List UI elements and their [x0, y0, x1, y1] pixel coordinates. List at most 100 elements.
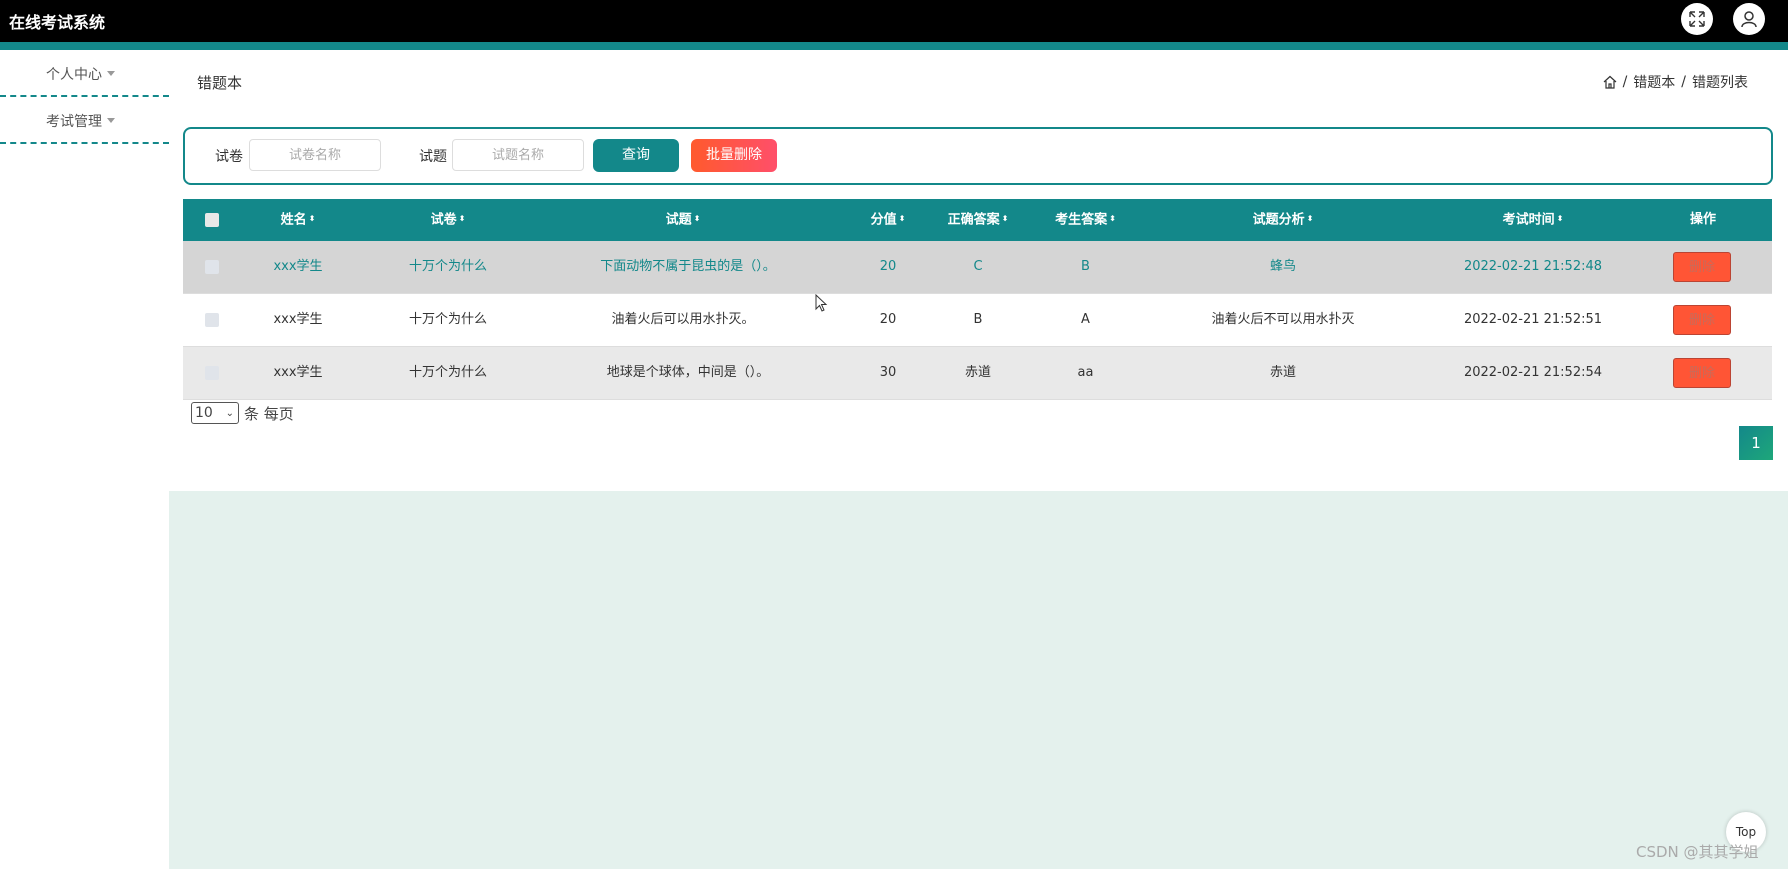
column-header-analysis[interactable]: 试题分析 ⬍ [1183, 199, 1383, 241]
home-icon[interactable] [1603, 75, 1617, 89]
fullscreen-button[interactable] [1681, 3, 1713, 35]
main-content: 错题本 / 错题本 / 错题列表 试卷 试卷名称 试题 试题名称 查询 批量删除… [169, 50, 1788, 869]
column-header-name[interactable]: 姓名 ⬍ [253, 199, 343, 241]
cell-correct-answer: B [973, 312, 983, 327]
per-page-label: 条 每页 [244, 404, 294, 423]
sidebar-item-text: 个人中心 [46, 67, 102, 83]
app-title: 在线考试系统 [9, 13, 106, 32]
cell-name: xxx学生 [273, 259, 323, 274]
column-header-text: 试题 [665, 212, 692, 228]
cell-paper: 十万个为什么 [408, 312, 487, 327]
column-header-text: 考生答案 [1055, 212, 1108, 228]
query-button[interactable]: 查询 [593, 139, 679, 172]
column-header-correct-answer[interactable]: 正确答案 ⬍ [928, 199, 1028, 241]
column-header-exam-time[interactable]: 考试时间 ⬍ [1433, 199, 1633, 241]
sort-icon: ⬍ [1001, 214, 1009, 223]
row-checkbox[interactable] [205, 260, 219, 274]
table-row[interactable]: xxx学生 十万个为什么 油着火后可以用水扑灭。 20 B A 油着火后不可以用… [183, 294, 1772, 347]
cell-analysis: 油着火后不可以用水扑灭 [1211, 312, 1355, 327]
breadcrumb-separator: / [1681, 74, 1686, 90]
column-header-action: 操作 [1689, 212, 1716, 227]
question-name-input[interactable]: 试题名称 [452, 139, 584, 171]
column-header-text: 试题分析 [1252, 212, 1305, 228]
cell-exam-time: 2022-02-21 21:52:54 [1463, 365, 1603, 380]
breadcrumb-item-list: 错题列表 [1692, 75, 1748, 91]
search-panel: 试卷 试卷名称 试题 试题名称 查询 批量删除 [183, 127, 1773, 185]
column-header-question[interactable]: 试题 ⬍ [523, 199, 843, 241]
cell-analysis: 赤道 [1269, 365, 1296, 380]
sort-icon: ⬍ [898, 214, 906, 223]
sort-icon: ⬍ [458, 214, 466, 223]
breadcrumb-item-wrong-book[interactable]: 错题本 [1633, 72, 1675, 92]
wrong-questions-table: 姓名 ⬍ 试卷 ⬍ 试题 ⬍ 分值 ⬍ 正确答案 ⬍ 考生答案 ⬍ 试题分析 ⬍ 考试时间 ⬍ … [183, 199, 1772, 400]
cell-correct-answer: C [973, 259, 983, 274]
delete-button[interactable]: 删除 [1673, 252, 1731, 282]
page-title: 错题本 [197, 74, 243, 92]
table-row[interactable]: xxx学生 十万个为什么 地球是个球体，中间是（）。 30 赤道 aa 赤道 2… [183, 347, 1772, 400]
paper-label: 试卷 [215, 149, 243, 165]
column-header-text: 考试时间 [1502, 212, 1555, 228]
cell-student-answer: B [1081, 259, 1090, 274]
cell-exam-time: 2022-02-21 21:52:48 [1463, 259, 1603, 274]
cell-student-answer: A [1081, 312, 1090, 327]
top-navbar: 在线考试系统 [0, 0, 1788, 42]
column-header-text: 正确答案 [947, 212, 1000, 228]
delete-button[interactable]: 删除 [1673, 358, 1731, 388]
cell-question: 油着火后可以用水扑灭。 [611, 312, 755, 327]
cell-student-answer: aa [1077, 365, 1094, 380]
pagination-page-button[interactable]: 1 [1739, 426, 1773, 460]
cell-paper: 十万个为什么 [408, 259, 487, 274]
column-header-text: 姓名 [280, 212, 307, 228]
table-header: 姓名 ⬍ 试卷 ⬍ 试题 ⬍ 分值 ⬍ 正确答案 ⬍ 考生答案 ⬍ 试题分析 ⬍ 考试时间 ⬍ … [183, 199, 1772, 241]
sort-icon: ⬍ [693, 214, 701, 223]
sidebar-item-personal-center[interactable]: 个人中心 [0, 50, 169, 97]
row-checkbox[interactable] [205, 366, 219, 380]
column-header-text: 试卷 [430, 212, 457, 228]
sort-icon: ⬍ [1109, 214, 1116, 223]
sidebar-item-label: 个人中心 [46, 64, 115, 84]
cell-question: 下面动物不属于昆虫的是（）。 [600, 259, 776, 274]
watermark: CSDN @其其学姐 [1636, 843, 1759, 861]
mouse-cursor-icon [815, 294, 828, 312]
cell-name: xxx学生 [273, 365, 323, 380]
cell-name: xxx学生 [273, 312, 323, 327]
breadcrumb: / 错题本 / 错题列表 [1603, 72, 1748, 92]
select-all-checkbox[interactable] [205, 213, 219, 227]
expand-icon [1689, 11, 1705, 27]
cell-score: 20 [879, 312, 897, 327]
sort-icon: ⬍ [308, 214, 316, 223]
sidebar-item-label: 考试管理 [46, 111, 115, 131]
bulk-delete-button[interactable]: 批量删除 [691, 139, 777, 172]
user-icon [1741, 11, 1757, 28]
paper-name-input[interactable]: 试卷名称 [249, 139, 381, 171]
caret-down-icon [107, 70, 115, 76]
row-checkbox[interactable] [205, 313, 219, 327]
cell-score: 30 [879, 365, 897, 380]
cell-question: 地球是个球体，中间是（）。 [606, 365, 770, 380]
delete-button[interactable]: 删除 [1673, 305, 1731, 335]
user-avatar-button[interactable] [1733, 3, 1765, 35]
breadcrumb-separator: / [1622, 74, 1628, 90]
cell-exam-time: 2022-02-21 21:52:51 [1463, 312, 1603, 327]
page-size-control: 10 ⌄ 条 每页 [191, 402, 294, 424]
cell-correct-answer: 赤道 [964, 365, 991, 380]
sort-icon: ⬍ [1306, 214, 1314, 223]
column-header-score[interactable]: 分值 ⬍ [848, 199, 928, 241]
sidebar-item-exam-management[interactable]: 考试管理 [0, 97, 169, 144]
sidebar: 个人中心 考试管理 [0, 50, 169, 869]
column-header-paper[interactable]: 试卷 ⬍ [368, 199, 528, 241]
sidebar-item-text: 考试管理 [46, 114, 102, 130]
table-row[interactable]: xxx学生 十万个为什么 下面动物不属于昆虫的是（）。 20 C B 蜂鸟 20… [183, 241, 1772, 294]
page-size-select[interactable]: 10 ⌄ [191, 402, 239, 424]
column-header-student-answer[interactable]: 考生答案 ⬍ [1033, 199, 1138, 241]
header-accent-strip [0, 42, 1788, 50]
cell-analysis: 蜂鸟 [1269, 259, 1296, 274]
cell-paper: 十万个为什么 [408, 365, 487, 380]
column-header-text: 分值 [870, 212, 897, 228]
cell-score: 20 [879, 259, 897, 274]
caret-down-icon [107, 117, 115, 123]
sort-icon: ⬍ [1556, 214, 1564, 223]
question-label: 试题 [419, 149, 447, 165]
chevron-down-icon: ⌄ [225, 408, 234, 419]
page-size-value: 10 [195, 405, 213, 421]
